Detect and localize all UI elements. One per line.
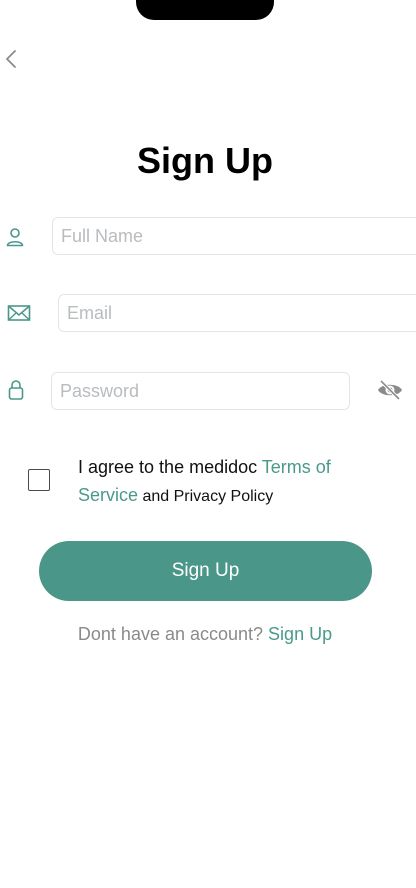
chevron-left-icon xyxy=(6,50,16,68)
signin-prompt: Dont have an account? Sign Up xyxy=(0,624,410,645)
email-input[interactable] xyxy=(58,294,416,332)
page-title: Sign Up xyxy=(137,140,273,181)
user-icon xyxy=(5,227,25,247)
agreement-prefix: I agree to the medidoc xyxy=(78,457,262,477)
agreement-connector: and xyxy=(138,488,174,505)
back-button[interactable] xyxy=(2,48,22,70)
full-name-input[interactable] xyxy=(52,217,416,255)
terms-agreement-text: I agree to the medidoc Terms of Service … xyxy=(78,454,368,510)
envelope-icon xyxy=(7,303,31,323)
eye-slash-icon xyxy=(378,379,402,401)
terms-checkbox[interactable] xyxy=(28,469,50,491)
password-input[interactable] xyxy=(51,372,350,410)
footer-sign-up-link[interactable]: Sign Up xyxy=(268,624,332,644)
lock-icon xyxy=(6,379,26,400)
signin-prompt-text: Dont have an account? xyxy=(77,624,269,644)
toggle-password-visibility-button[interactable] xyxy=(376,378,404,402)
sign-up-button[interactable]: Sign Up xyxy=(39,541,372,601)
device-notch xyxy=(136,0,274,20)
privacy-policy-text: Privacy Policy xyxy=(173,488,274,505)
